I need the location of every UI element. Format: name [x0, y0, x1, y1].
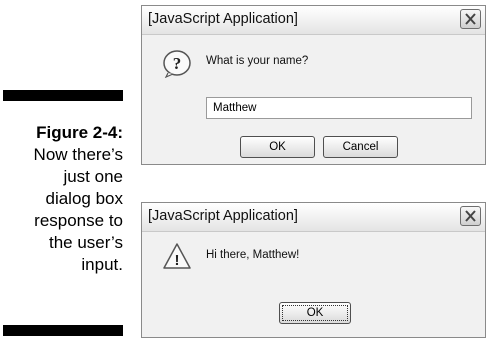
close-icon [465, 13, 476, 25]
alert-dialog: [JavaScript Application] ! Hi there, Mat… [141, 202, 486, 338]
caption-line: Now there’s [33, 145, 123, 164]
prompt-message: What is your name? [206, 55, 309, 67]
close-button[interactable] [460, 9, 481, 29]
prompt-dialog: [JavaScript Application] ? What is your … [141, 5, 486, 165]
svg-text:!: ! [175, 252, 180, 269]
ok-button[interactable]: OK [240, 136, 315, 158]
caption-top-rule [3, 90, 123, 101]
name-input[interactable] [206, 97, 472, 119]
close-button[interactable] [460, 206, 481, 226]
caption-bottom-rule [3, 325, 123, 336]
dialog-title: [JavaScript Application] [148, 208, 298, 224]
dialog-titlebar[interactable]: [JavaScript Application] [142, 6, 485, 35]
alert-message: Hi there, Matthew! [206, 249, 300, 261]
caption-line: input. [81, 255, 123, 274]
svg-text:?: ? [173, 54, 182, 73]
cancel-button[interactable]: Cancel [323, 136, 398, 158]
ok-button-label: OK [306, 307, 324, 319]
cancel-button-label: Cancel [342, 141, 379, 153]
ok-button-label: OK [269, 141, 286, 153]
caption-line: dialog box [45, 189, 123, 208]
close-icon [465, 210, 476, 222]
dialog-titlebar[interactable]: [JavaScript Application] [142, 203, 485, 232]
ok-button[interactable]: OK [279, 302, 351, 324]
caption-line: just one [63, 167, 123, 186]
caption-line: the user’s [48, 233, 123, 252]
question-icon: ? [163, 50, 191, 78]
warning-icon: ! [163, 243, 191, 269]
caption-line: response to [34, 211, 123, 230]
dialog-title: [JavaScript Application] [148, 11, 298, 27]
figure-caption: Figure 2-4: Now there’s just one dialog … [0, 122, 123, 276]
figure-number: Figure 2-4: [36, 123, 123, 142]
